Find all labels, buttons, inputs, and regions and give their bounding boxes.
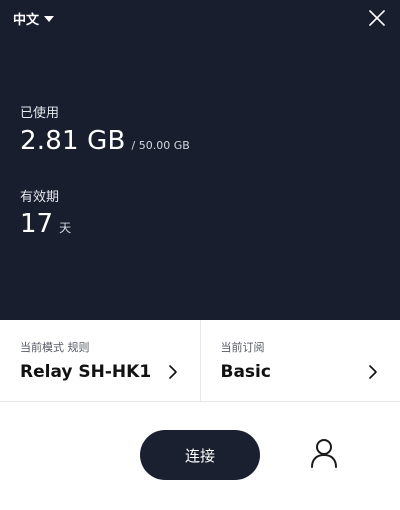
mode-card-label: 当前模式 规则 <box>20 341 90 354</box>
close-button[interactable] <box>368 9 386 27</box>
validity-value-row: 17 天 <box>20 209 71 239</box>
account-button[interactable] <box>310 437 338 469</box>
usage-label: 已使用 <box>20 106 60 121</box>
subscription-card[interactable]: 当前订阅 Basic <box>199 320 400 401</box>
total-amount: / 50.00 GB <box>131 139 190 152</box>
caret-down-icon <box>44 16 55 22</box>
close-icon <box>369 10 385 26</box>
usage-value-row: 2.81 GB / 50.00 GB <box>20 126 190 156</box>
days-remaining: 17 <box>20 209 54 239</box>
user-icon <box>311 439 337 468</box>
chevron-right-icon <box>168 365 177 379</box>
connect-button[interactable]: 连接 <box>140 430 260 480</box>
subscription-card-label: 当前订阅 <box>220 341 265 354</box>
status-panel: 中文 已使用 2.81 GB / 50.00 GB 有效期 17 天 <box>0 0 400 320</box>
language-label: 中文 <box>13 13 40 28</box>
mode-card-value: Relay SH-HK1 <box>20 362 152 382</box>
chevron-right-icon <box>369 365 377 379</box>
mode-card[interactable]: 当前模式 规则 Relay SH-HK1 <box>0 320 200 401</box>
info-cards: 当前模式 规则 Relay SH-HK1 当前订阅 Basic <box>0 320 400 402</box>
language-selector[interactable]: 中文 <box>13 9 55 28</box>
validity-label: 有效期 <box>20 190 60 205</box>
days-unit: 天 <box>59 221 72 235</box>
subscription-card-value: Basic <box>220 362 271 382</box>
used-amount: 2.81 GB <box>20 126 126 156</box>
